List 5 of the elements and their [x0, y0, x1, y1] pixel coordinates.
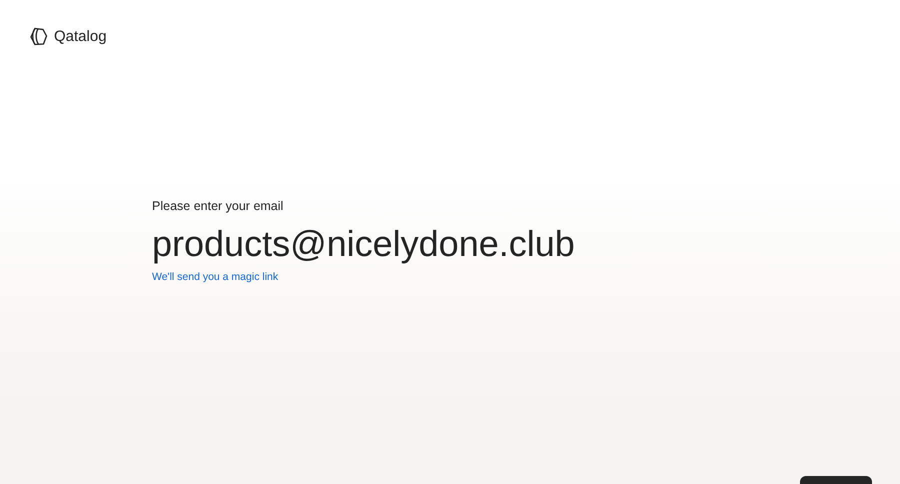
magic-link-hint[interactable]: We'll send you a magic link — [152, 271, 278, 283]
logo-icon — [29, 27, 48, 46]
email-field[interactable]: products@nicelydone.club — [152, 223, 592, 265]
email-label: Please enter your email — [152, 199, 284, 213]
brand-name: Qatalog — [54, 28, 107, 45]
